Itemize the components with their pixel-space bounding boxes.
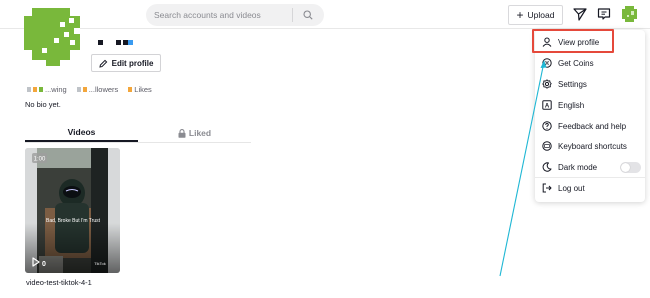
video-overlay-text: Bad, Broke But I'm Trust: [46, 218, 101, 224]
upload-button[interactable]: + Upload: [508, 5, 563, 25]
stat-mark: [128, 87, 133, 92]
search-button[interactable]: [293, 4, 323, 26]
video-frame: Bad, Broke But I'm Trust 1:00 0 TikTok: [25, 148, 120, 273]
menu-item-log-out[interactable]: Log out: [535, 178, 645, 198]
keyboard-icon: [542, 141, 552, 151]
likes-label: Likes: [134, 85, 152, 94]
menu-item-english[interactable]: A English: [535, 95, 645, 115]
profile-bio: No bio yet.: [25, 100, 61, 109]
likes-stat: Likes: [128, 85, 152, 94]
menu-label: Settings: [558, 79, 587, 89]
help-icon: [542, 121, 552, 131]
plus-icon: +: [516, 8, 524, 22]
username-mark: [98, 40, 103, 45]
profile-tabs: Videos Liked: [25, 125, 251, 143]
gear-icon: [542, 79, 552, 89]
moon-icon: [542, 162, 552, 172]
video-thumbnail[interactable]: Bad, Broke But I'm Trust 1:00 0 TikTok: [25, 148, 120, 273]
view-profile-highlight: [532, 29, 614, 53]
search-input[interactable]: [146, 10, 292, 20]
edit-profile-label: Edit profile: [111, 58, 154, 68]
followers-stat[interactable]: ...llowers: [76, 85, 119, 94]
send-icon[interactable]: [573, 7, 587, 21]
profile-avatar: [24, 8, 80, 66]
menu-item-feedback[interactable]: Feedback and help: [535, 116, 645, 136]
svg-text:A: A: [545, 104, 550, 110]
username-mark: [128, 40, 133, 45]
profile-dropdown-menu: View profile Get Coins Settings A Englis…: [535, 30, 645, 202]
logout-icon: [542, 183, 552, 193]
following-stat[interactable]: ...wing: [27, 85, 67, 94]
stat-mark: [27, 87, 31, 92]
video-views: 0: [42, 261, 46, 268]
lock-icon: [178, 129, 186, 138]
stat-mark: [82, 87, 87, 92]
tiktok-watermark: TikTok: [94, 261, 105, 266]
menu-label: Dark mode: [558, 162, 598, 172]
inbox-icon[interactable]: [597, 7, 611, 21]
edit-icon: [98, 59, 107, 68]
followers-label: ...llowers: [88, 85, 119, 94]
tab-videos[interactable]: Videos: [25, 125, 138, 142]
video-duration: 1:00: [34, 157, 46, 163]
profile-stats: ...wing ...llowers Likes: [27, 85, 152, 94]
upload-label: Upload: [527, 10, 555, 20]
stat-mark: [39, 87, 43, 92]
menu-label: Log out: [558, 183, 585, 193]
menu-item-keyboard-shortcuts[interactable]: Keyboard shortcuts: [535, 136, 645, 156]
username-mark: [116, 40, 121, 45]
menu-label: Feedback and help: [558, 121, 627, 131]
tab-liked-label: Liked: [188, 128, 212, 138]
edit-profile-button[interactable]: Edit profile: [91, 54, 161, 72]
stat-mark: [33, 87, 37, 92]
menu-item-settings[interactable]: Settings: [535, 74, 645, 94]
following-label: ...wing: [45, 85, 67, 94]
language-icon: A: [542, 100, 552, 110]
dark-mode-toggle[interactable]: [620, 162, 641, 173]
top-bar: + Upload: [0, 0, 650, 29]
menu-label: Keyboard shortcuts: [558, 141, 627, 151]
menu-label: Get Coins: [558, 58, 594, 68]
menu-item-dark-mode: Dark mode: [535, 157, 645, 177]
search-bar[interactable]: [146, 4, 324, 26]
tab-liked[interactable]: Liked: [138, 125, 251, 142]
user-avatar[interactable]: [622, 6, 637, 22]
menu-item-get-coins[interactable]: Get Coins: [535, 53, 645, 73]
search-icon: [303, 10, 313, 20]
menu-label: English: [558, 100, 585, 110]
coin-icon: [542, 58, 552, 68]
video-caption[interactable]: video-test-tiktok-4-1: [26, 278, 92, 287]
stat-mark: [76, 87, 81, 92]
